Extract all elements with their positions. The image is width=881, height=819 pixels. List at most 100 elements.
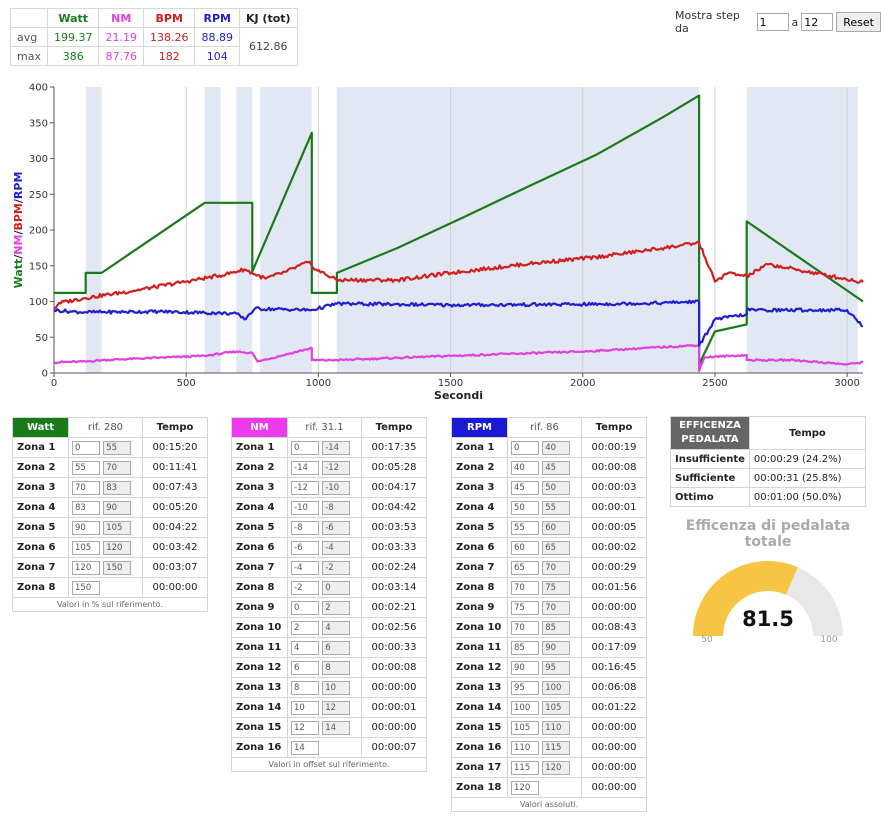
zone-time: 00:00:02 — [581, 537, 647, 558]
rpm-reference: rif. 86 — [507, 417, 582, 438]
summary-row-label: max — [10, 46, 48, 66]
zone-name: Zona 9 — [451, 597, 508, 618]
zone-range: 0 2 — [287, 597, 362, 618]
y-tick-label: 0 — [42, 369, 48, 380]
zone-min-input[interactable]: 40 — [511, 460, 539, 475]
step-to-input[interactable] — [801, 13, 834, 31]
zone-max-input: 45 — [542, 460, 571, 475]
table-row: Zona 3 70 83 00:07:43 — [12, 477, 208, 498]
zone-max-input: 60 — [542, 520, 571, 535]
nm-zones-table: NM rif. 31.1 Tempo Zona 10 -14 00:17:35 Zona … — [231, 417, 427, 772]
rpm-time-header: Tempo — [581, 417, 647, 438]
watt-reference: rif. 280 — [68, 417, 143, 438]
zone-min-input[interactable]: -12 — [291, 480, 319, 495]
ylabel-rpm: RPM — [12, 172, 25, 199]
zone-time: 00:00:01 — [361, 697, 427, 718]
zone-max-input: 90 — [103, 500, 132, 515]
zone-min-input[interactable]: 8 — [291, 680, 319, 695]
zone-name: Zona 1 — [451, 437, 508, 458]
zone-min-input[interactable]: 90 — [72, 520, 100, 535]
zone-name: Zona 7 — [451, 557, 508, 578]
zone-time: 00:17:35 — [361, 437, 427, 458]
zone-name: Zona 2 — [231, 457, 288, 478]
zone-min-input[interactable]: 4 — [291, 640, 319, 655]
zone-min-input[interactable]: -14 — [291, 460, 319, 475]
table-row: Zona 10 55 00:15:20 — [12, 437, 208, 458]
zone-min-input[interactable]: 45 — [511, 480, 539, 495]
zone-max-input: 8 — [322, 660, 351, 675]
zone-max-input: 12 — [322, 700, 351, 715]
zone-min-input[interactable]: 70 — [72, 480, 100, 495]
zone-time: 00:03:53 — [361, 517, 427, 538]
chart-band — [236, 87, 253, 373]
table-row: Zona 4 83 90 00:05:20 — [12, 497, 208, 518]
zone-name: Zona 3 — [231, 477, 288, 498]
zone-min-input[interactable]: 110 — [511, 740, 539, 755]
zone-min-input[interactable]: 0 — [291, 440, 319, 455]
zone-range: 75 70 — [507, 597, 582, 618]
zone-min-input[interactable]: 10 — [291, 700, 319, 715]
zone-range: 14 — [287, 737, 362, 758]
zone-min-input[interactable]: 75 — [511, 600, 539, 615]
efficiency-label-sufficient: Sufficiente — [670, 468, 750, 488]
zone-min-input[interactable]: 95 — [511, 680, 539, 695]
zone-min-input[interactable]: 90 — [511, 660, 539, 675]
zone-min-input[interactable]: 12 — [291, 720, 319, 735]
zone-max-input: -8 — [322, 500, 351, 515]
zone-min-input[interactable]: 115 — [511, 760, 539, 775]
table-row: Zona 11 85 90 00:17:09 — [451, 637, 647, 658]
zone-min-input[interactable]: 60 — [511, 540, 539, 555]
zone-range: -10 -8 — [287, 497, 362, 518]
chart-band — [746, 87, 858, 373]
zone-min-input[interactable]: -10 — [291, 500, 319, 515]
table-row: Zona 10 -14 00:17:35 — [231, 437, 427, 458]
zone-min-input[interactable]: -4 — [291, 560, 319, 575]
zone-name: Zona 7 — [231, 557, 288, 578]
zone-min-input[interactable]: 120 — [511, 780, 539, 795]
zone-range: 70 75 — [507, 577, 582, 598]
zone-min-input[interactable]: 55 — [511, 520, 539, 535]
zone-min-input[interactable]: 14 — [291, 740, 319, 755]
zone-max-input: 90 — [542, 640, 571, 655]
zone-time: 00:06:08 — [581, 677, 647, 698]
watt-time-header: Tempo — [142, 417, 208, 438]
zone-min-input[interactable]: -6 — [291, 540, 319, 555]
y-tick-label: 150 — [29, 261, 48, 272]
zone-min-input[interactable]: -8 — [291, 520, 319, 535]
zone-name: Zona 16 — [231, 737, 288, 758]
zone-time: 00:03:14 — [361, 577, 427, 598]
zone-min-input[interactable]: 70 — [511, 620, 539, 635]
zone-min-input[interactable]: 105 — [72, 540, 100, 555]
zone-range: 100 105 — [507, 697, 582, 718]
zone-min-input[interactable]: 150 — [72, 580, 100, 595]
zone-min-input[interactable]: 105 — [511, 720, 539, 735]
zone-min-input[interactable]: 70 — [511, 580, 539, 595]
table-row: Zona 4 50 55 00:00:01 — [451, 497, 647, 518]
zone-min-input[interactable]: 50 — [511, 500, 539, 515]
x-tick-label: 2500 — [702, 378, 727, 389]
zone-time: 00:00:01 — [581, 497, 647, 518]
gauge-value: 81.5 — [742, 607, 794, 631]
zone-min-input[interactable]: 0 — [291, 600, 319, 615]
step-from-input[interactable] — [756, 13, 789, 31]
zone-min-input[interactable]: 120 — [72, 560, 100, 575]
zone-min-input[interactable]: 100 — [511, 700, 539, 715]
zone-min-input[interactable]: 0 — [511, 440, 539, 455]
table-row: Zona 90 2 00:02:21 — [231, 597, 427, 618]
zone-max-input: -14 — [322, 440, 351, 455]
zone-max-input: -4 — [322, 540, 351, 555]
nm-note: Valori in offset sul riferimento. — [231, 757, 427, 772]
y-tick-label: 400 — [29, 83, 48, 94]
zone-min-input[interactable]: 2 — [291, 620, 319, 635]
y-tick-label: 100 — [29, 297, 48, 308]
zone-min-input[interactable]: -2 — [291, 580, 319, 595]
zone-max-input: 2 — [322, 600, 351, 615]
zone-name: Zona 12 — [231, 657, 288, 678]
reset-button[interactable]: Reset — [836, 12, 881, 32]
zone-min-input[interactable]: 83 — [72, 500, 100, 515]
zone-min-input[interactable]: 85 — [511, 640, 539, 655]
zone-min-input[interactable]: 55 — [72, 460, 100, 475]
zone-min-input[interactable]: 6 — [291, 660, 319, 675]
zone-min-input[interactable]: 65 — [511, 560, 539, 575]
zone-min-input[interactable]: 0 — [72, 440, 100, 455]
